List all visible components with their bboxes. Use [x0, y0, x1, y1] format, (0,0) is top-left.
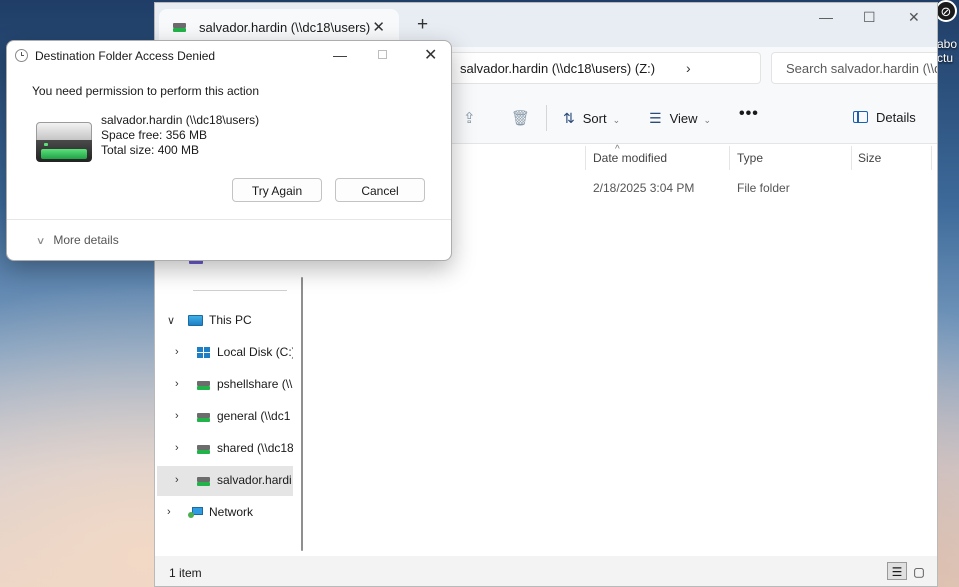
chevron-right-icon[interactable]: › — [175, 378, 179, 390]
try-again-button[interactable]: Try Again — [232, 178, 322, 202]
network-drive-icon — [173, 23, 186, 32]
chevron-down-icon[interactable]: ∨ — [167, 314, 175, 327]
cancel-button[interactable]: Cancel — [335, 178, 425, 202]
new-tab-button[interactable]: + — [417, 15, 428, 34]
address-path[interactable]: salvador.hardin (\\dc18\users) (Z:) — [460, 61, 655, 76]
desktop-app-icon[interactable]: ⊘ — [935, 0, 957, 22]
delete-icon[interactable]: 🗑 — [511, 109, 530, 127]
column-type[interactable]: Type — [737, 151, 763, 165]
drive-space-free: Space free: 356 MB — [101, 128, 208, 142]
desktop-icon-label[interactable]: abo ctu — [937, 37, 959, 65]
column-divider[interactable] — [585, 146, 586, 170]
tab-title: salvador.hardin (\\dc18\users) — [199, 20, 371, 35]
dialog-divider — [7, 219, 451, 220]
sidebar-item-label: Local Disk (C:) — [217, 345, 293, 359]
toolbar-divider — [546, 105, 547, 131]
dialog-message: You need permission to perform this acti… — [32, 84, 260, 98]
dialog-close-button[interactable]: ✕ — [424, 45, 437, 65]
details-pane-button[interactable]: Details — [853, 110, 916, 125]
sidebar-item-label: Network — [209, 505, 254, 519]
sort-icon: ⇅ — [563, 110, 575, 126]
sort-label: Sort — [582, 111, 607, 126]
sidebar-item-salvador-hardin[interactable]: › salvador.hardi — [157, 466, 293, 496]
sidebar-item-this-pc[interactable]: ∨ This PC — [155, 306, 295, 336]
nav-scrollbar[interactable] — [301, 277, 303, 551]
share-icon[interactable]: ⇪ — [463, 109, 476, 127]
drive-name: salvador.hardin (\\dc18\users) — [101, 113, 260, 127]
network-drive-icon — [197, 445, 210, 454]
network-drive-icon — [197, 381, 210, 390]
nav-divider — [193, 290, 287, 291]
status-bar: 1 item ☰ ▢ — [155, 556, 937, 586]
sidebar-item-pshellshare[interactable]: › pshellshare (\\ — [155, 370, 295, 400]
tiles-view-icon[interactable]: ▢ — [909, 563, 929, 581]
chevron-down-icon: ⌄ — [703, 115, 712, 125]
chevron-down-icon: ⌄ — [612, 115, 621, 125]
chevron-right-icon[interactable]: › — [175, 346, 179, 358]
details-view-icon[interactable]: ☰ — [887, 562, 907, 580]
sidebar-item-label: This PC — [209, 313, 252, 327]
dialog-maximize-button — [378, 50, 387, 59]
window-close-button[interactable]: ✕ — [908, 9, 920, 26]
sidebar-item-label: general (\\dc1 — [217, 409, 291, 423]
chevron-right-icon[interactable]: › — [686, 60, 691, 76]
chevron-right-icon[interactable]: › — [175, 410, 179, 422]
maximize-button[interactable]: ☐ — [863, 9, 876, 26]
chevron-down-icon: ∨ — [35, 236, 46, 247]
sort-button[interactable]: ⇅ Sort ⌄ — [563, 110, 620, 127]
sidebar-item-shared[interactable]: › shared (\\dc18 — [155, 434, 295, 464]
more-details-toggle[interactable]: ∨ More details — [35, 233, 119, 247]
dialog-titlebar[interactable]: Destination Folder Access Denied — ✕ — [7, 41, 451, 71]
dialog-minimize-button[interactable]: — — [333, 47, 347, 63]
access-denied-dialog: Destination Folder Access Denied — ✕ You… — [6, 40, 452, 261]
column-divider[interactable] — [931, 146, 932, 170]
chevron-right-icon[interactable]: › — [175, 474, 179, 486]
column-size[interactable]: Size — [858, 151, 881, 165]
computer-icon — [188, 315, 203, 326]
sidebar-item-local-disk[interactable]: › Local Disk (C:) — [155, 338, 295, 368]
details-pane-icon — [853, 111, 868, 123]
item-count: 1 item — [169, 566, 202, 580]
tab-close-icon[interactable]: ✕ — [372, 18, 385, 36]
clock-icon — [15, 49, 28, 62]
search-input[interactable]: Search salvador.hardin (\\dc18\users) — [771, 52, 937, 84]
view-label: View — [669, 111, 698, 126]
network-drive-icon — [197, 477, 210, 486]
view-button[interactable]: ☰ View ⌄ — [649, 110, 711, 127]
address-bar[interactable]: salvador.hardin (\\dc18\users) (Z:) › — [445, 52, 761, 84]
drive-total-size: Total size: 400 MB — [101, 143, 200, 157]
network-drive-icon — [197, 413, 210, 422]
row-date-modified: 2/18/2025 3:04 PM — [593, 181, 695, 195]
sidebar-item-label: shared (\\dc18 — [217, 441, 293, 455]
dialog-title: Destination Folder Access Denied — [35, 49, 216, 63]
view-icon: ☰ — [649, 110, 662, 126]
column-divider[interactable] — [851, 146, 852, 170]
more-details-label: More details — [53, 233, 119, 247]
sidebar-item-network[interactable]: › Network — [155, 498, 295, 528]
sidebar-item-label: pshellshare (\\ — [217, 377, 293, 391]
more-options-button[interactable]: ••• — [739, 105, 759, 123]
chevron-right-icon[interactable]: › — [167, 506, 171, 518]
sidebar-item-general[interactable]: › general (\\dc1 — [155, 402, 295, 432]
search-placeholder: Search salvador.hardin (\\dc18\users) — [786, 61, 937, 76]
details-label: Details — [876, 110, 916, 125]
windows-drive-icon — [197, 347, 211, 359]
chevron-right-icon[interactable]: › — [175, 442, 179, 454]
row-type: File folder — [737, 181, 790, 195]
network-drive-icon — [36, 122, 92, 164]
column-date-modified[interactable]: Date modified — [593, 151, 667, 165]
network-icon — [188, 507, 203, 519]
minimize-button[interactable]: — — [819, 9, 833, 25]
column-divider[interactable] — [729, 146, 730, 170]
view-toggles: ☰ ▢ — [885, 562, 929, 581]
sidebar-item-label: salvador.hardi — [217, 473, 292, 487]
